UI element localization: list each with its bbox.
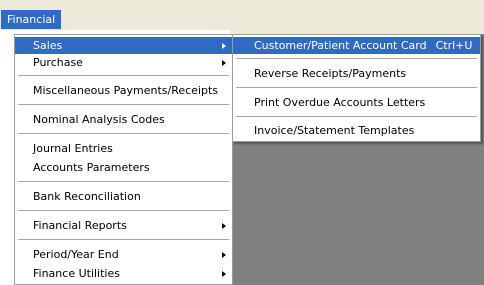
submenu-item-templates-label: Invoice/Statement Templates bbox=[254, 124, 415, 137]
menu-separator bbox=[236, 58, 477, 59]
submenu-item-reverse-receipts[interactable]: Reverse Receipts/Payments bbox=[233, 65, 480, 82]
menu-item-accounts-parameters-label: Accounts Parameters bbox=[33, 161, 150, 174]
menu-item-purchase[interactable]: Purchase bbox=[15, 54, 232, 71]
submenu-item-templates[interactable]: Invoice/Statement Templates bbox=[233, 122, 480, 139]
menu-separator bbox=[18, 181, 229, 182]
menu-item-financial-reports[interactable]: Financial Reports bbox=[15, 217, 232, 234]
financial-dropdown-menu: Sales Purchase Miscellaneous Payments/Re… bbox=[14, 34, 233, 285]
menu-item-accounts-parameters[interactable]: Accounts Parameters bbox=[15, 159, 232, 176]
menu-item-misc-payments[interactable]: Miscellaneous Payments/Receipts bbox=[15, 82, 232, 99]
menu-item-purchase-label: Purchase bbox=[33, 56, 83, 69]
menu-separator bbox=[18, 75, 229, 76]
submenu-item-reverse-receipts-label: Reverse Receipts/Payments bbox=[254, 67, 407, 80]
submenu-arrow-icon bbox=[222, 252, 226, 258]
shortcut-label: Ctrl+U bbox=[435, 39, 473, 52]
menu-separator bbox=[18, 104, 229, 105]
submenu-item-overdue-letters[interactable]: Print Overdue Accounts Letters bbox=[233, 94, 480, 111]
menu-item-nominal-codes-label: Nominal Analysis Codes bbox=[33, 113, 165, 126]
menu-item-period-year-end[interactable]: Period/Year End bbox=[15, 246, 232, 263]
menu-item-financial-reports-label: Financial Reports bbox=[33, 219, 127, 232]
menu-separator bbox=[18, 210, 229, 211]
menu-item-finance-utilities-label: Finance Utilities bbox=[33, 267, 120, 280]
submenu-arrow-icon bbox=[222, 223, 226, 229]
menu-item-misc-payments-label: Miscellaneous Payments/Receipts bbox=[33, 84, 219, 97]
menu-item-journal-entries[interactable]: Journal Entries bbox=[15, 140, 232, 157]
menu-separator bbox=[18, 133, 229, 134]
submenu-item-account-card-label: Customer/Patient Account Card bbox=[254, 39, 427, 52]
menu-item-sales[interactable]: Sales bbox=[15, 37, 232, 54]
submenu-arrow-icon bbox=[222, 43, 226, 49]
menu-bar: Financial bbox=[0, 0, 484, 30]
submenu-item-overdue-letters-label: Print Overdue Accounts Letters bbox=[254, 96, 426, 109]
menu-item-sales-label: Sales bbox=[33, 39, 63, 52]
menu-item-bank-reconciliation[interactable]: Bank Reconciliation bbox=[15, 188, 232, 205]
menu-separator bbox=[236, 87, 477, 88]
menu-separator bbox=[18, 239, 229, 240]
menu-financial[interactable]: Financial bbox=[1, 10, 62, 29]
menu-separator bbox=[236, 116, 477, 117]
submenu-item-account-card[interactable]: Customer/Patient Account Card Ctrl+U bbox=[233, 37, 480, 54]
submenu-arrow-icon bbox=[222, 271, 226, 277]
menu-item-finance-utilities[interactable]: Finance Utilities bbox=[15, 265, 232, 282]
menu-item-bank-reconciliation-label: Bank Reconciliation bbox=[33, 190, 141, 203]
menu-item-nominal-codes[interactable]: Nominal Analysis Codes bbox=[15, 111, 232, 128]
menu-item-period-year-end-label: Period/Year End bbox=[33, 248, 119, 261]
sales-submenu: Customer/Patient Account Card Ctrl+U Reve… bbox=[232, 34, 481, 142]
menu-item-journal-entries-label: Journal Entries bbox=[33, 142, 113, 155]
submenu-arrow-icon bbox=[222, 60, 226, 66]
